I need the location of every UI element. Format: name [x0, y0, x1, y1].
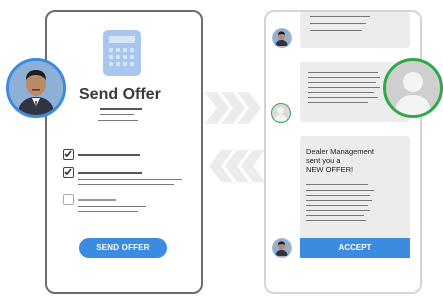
sender-avatar-small: [272, 28, 292, 48]
page-title: Send Offer: [79, 86, 161, 103]
arrow-right-icon: [205, 92, 261, 124]
message-line: sent you a: [306, 156, 341, 165]
person-placeholder-icon: [274, 107, 287, 121]
send-offer-button[interactable]: SEND OFFER: [79, 238, 167, 258]
message-line: Dealer Management: [306, 147, 374, 156]
offer-message-text: Dealer Management sent you a NEW OFFER!: [306, 147, 406, 174]
calculator-icon: [103, 30, 141, 76]
arrow-left-icon: [209, 150, 265, 182]
message-bubble: [300, 12, 410, 48]
sender-avatar: [6, 58, 66, 118]
checklist-item-3-subline: [78, 206, 146, 207]
message-line: NEW OFFER!: [306, 165, 354, 174]
sender-avatar-small: [272, 238, 292, 258]
arrows-graphic: [205, 92, 265, 182]
receiver-avatar: [383, 58, 443, 118]
receiver-avatar-small: [271, 103, 291, 123]
accept-button[interactable]: ACCEPT: [300, 238, 410, 258]
checklist-item-3-subline: [78, 211, 138, 212]
person-placeholder-icon: [394, 72, 432, 115]
checkbox-checked[interactable]: [63, 149, 74, 160]
checklist-item-2-subline: [78, 184, 174, 185]
checklist-item-2-subline: [78, 179, 182, 180]
checklist-item-2-line: [78, 172, 142, 174]
checkbox-unchecked[interactable]: [63, 194, 74, 205]
checkbox-checked[interactable]: [63, 167, 74, 178]
checklist-item-1-line: [78, 154, 140, 156]
checklist-item-3-line: [78, 199, 116, 201]
